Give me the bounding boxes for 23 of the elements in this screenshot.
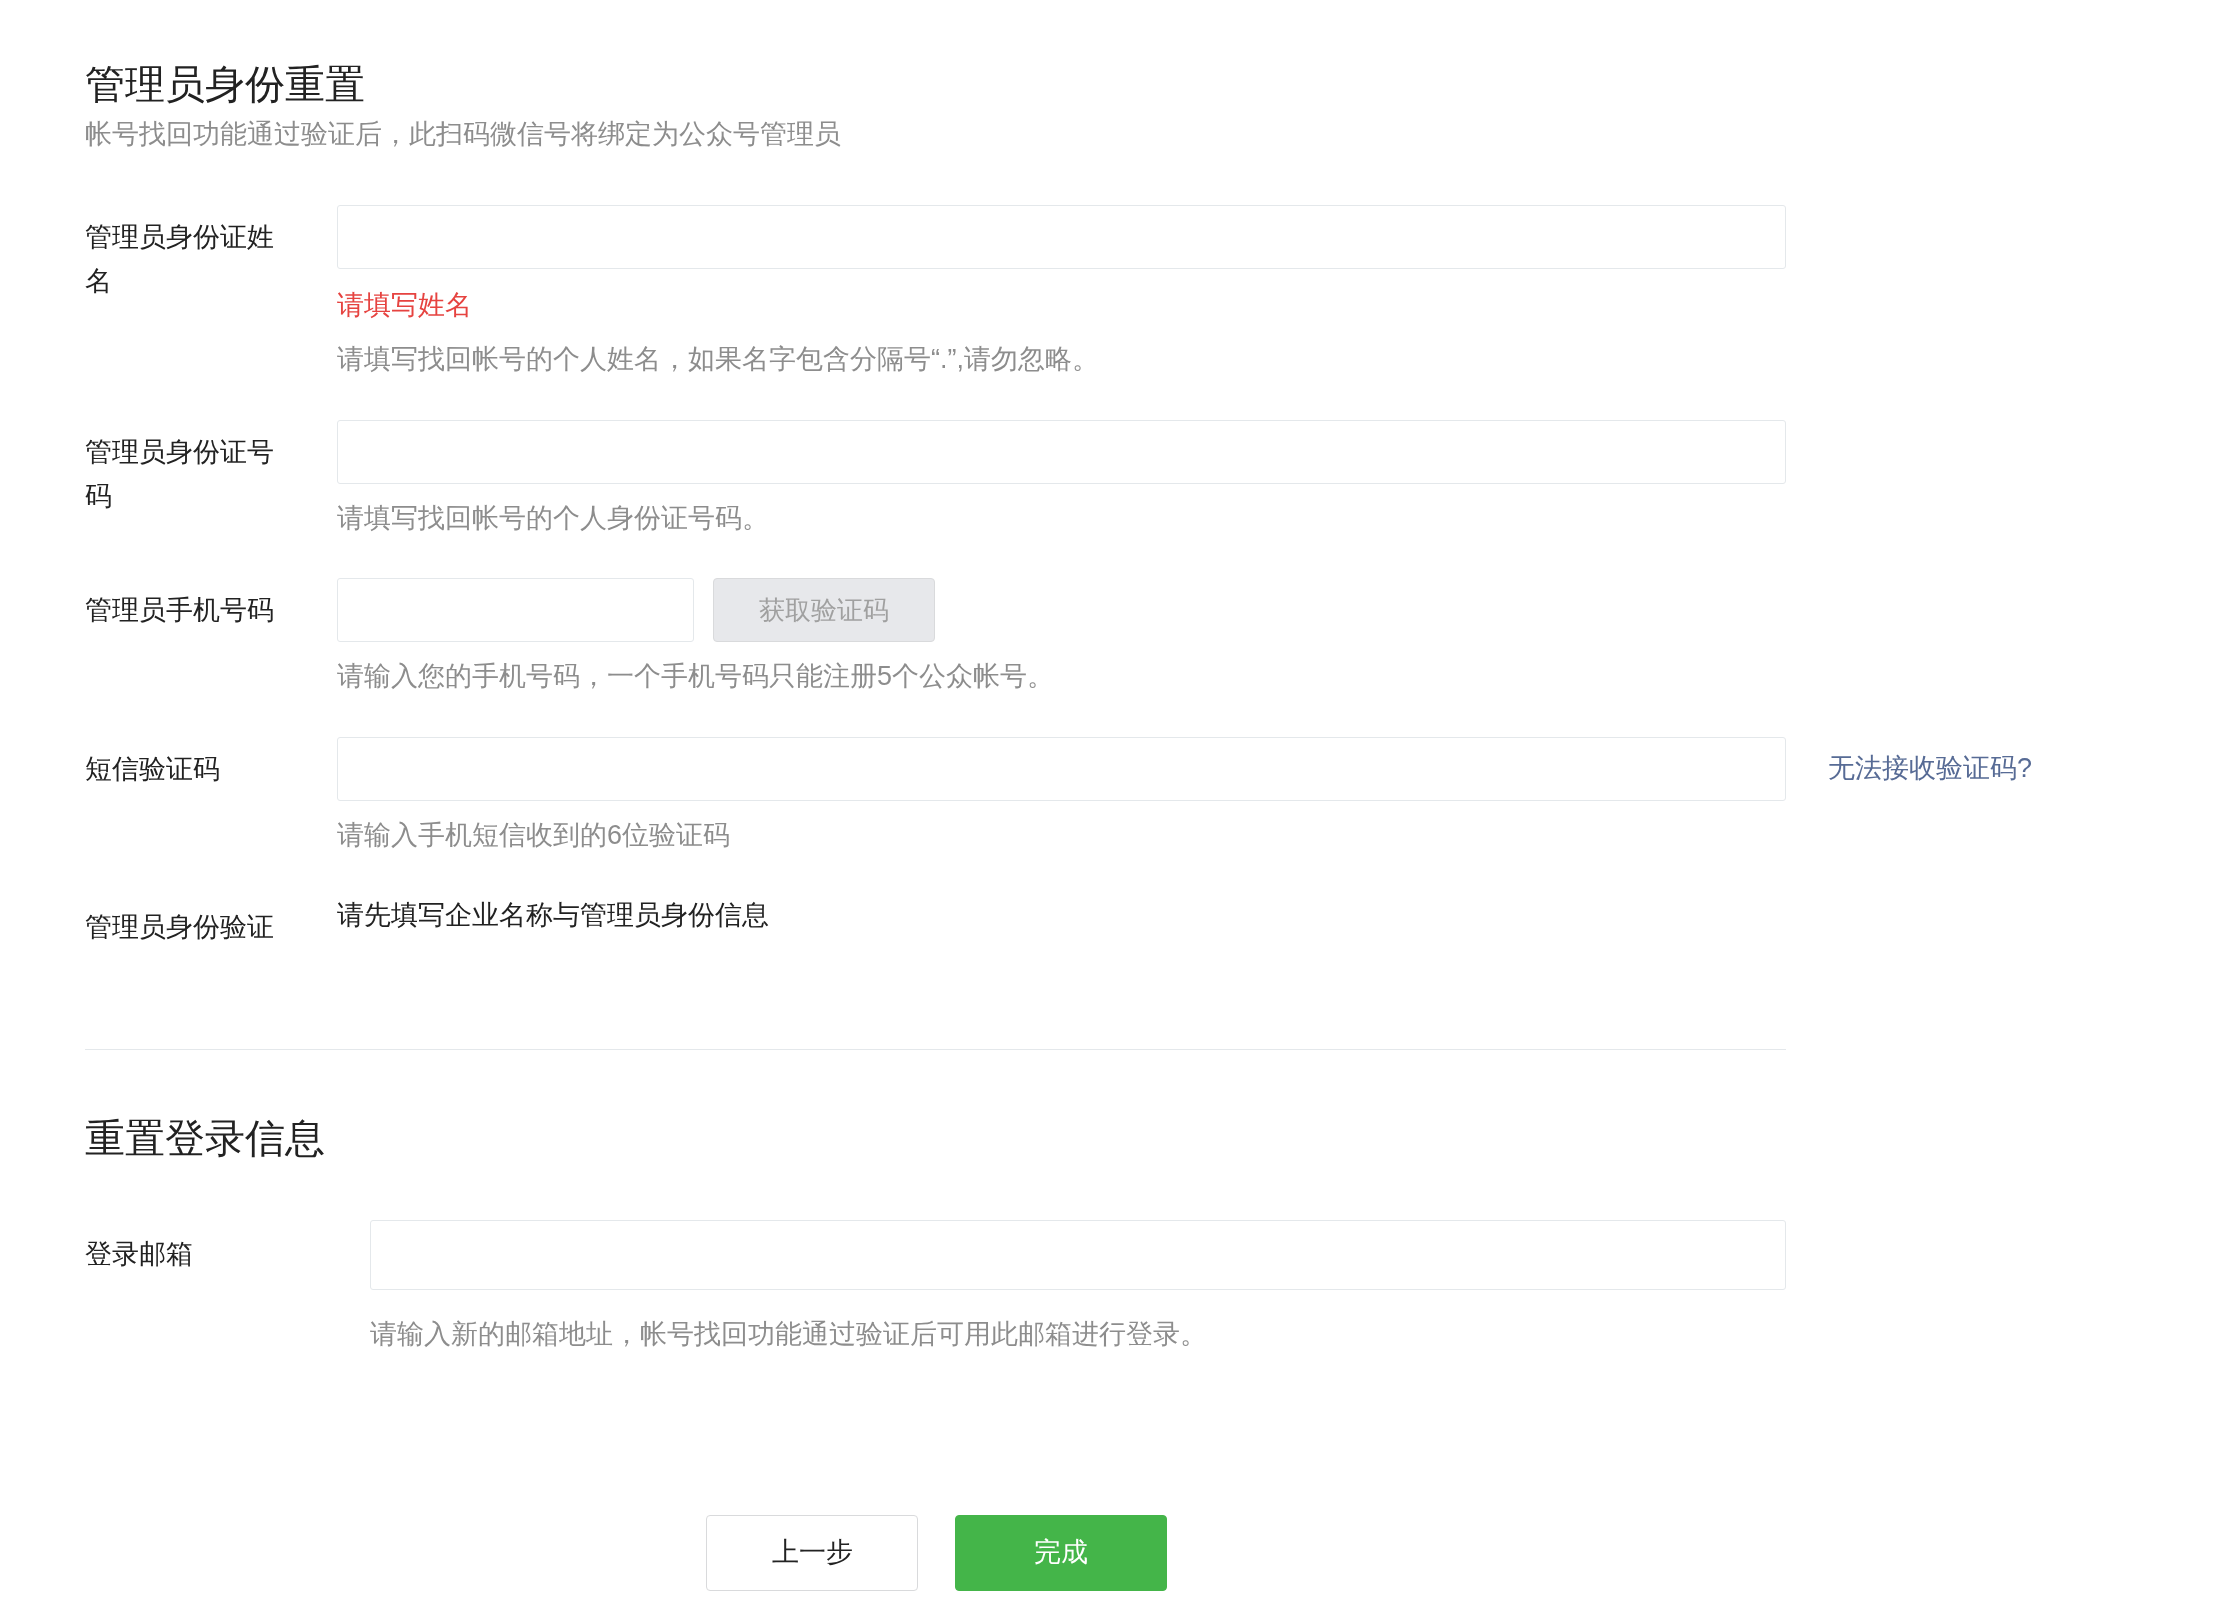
field-label: 管理员身份证号码 — [85, 435, 275, 513]
field-label: 管理员身份验证 — [85, 911, 275, 944]
section-subtitle: 帐号找回功能通过验证后，此扫码微信号将绑定为公众号管理员 — [85, 118, 842, 151]
text-field[interactable] — [337, 419, 1786, 484]
hint-text: 请输入新的邮箱地址，帐号找回功能通过验证后可用此邮箱进行登录。 — [370, 1318, 1208, 1351]
field-value: 请先填写企业名称与管理员身份信息 — [337, 899, 769, 932]
section-title: 重置登录信息 — [85, 1115, 326, 1162]
error-message: 请填写姓名 — [337, 288, 473, 322]
field-label: 管理员手机号码 — [85, 594, 275, 627]
field-label: 短信验证码 — [85, 752, 221, 786]
phone-field[interactable] — [337, 578, 694, 642]
hint-text: 请填写找回帐号的个人姓名，如果名字包含分隔号“.”,请勿忽略。 — [337, 343, 1100, 376]
back-button[interactable]: 上一步 — [706, 1514, 918, 1591]
help-link[interactable]: 无法接收验证码? — [1828, 748, 2033, 789]
field-label: 登录邮箱 — [85, 1239, 193, 1269]
hint-text: 请输入您的手机号码，一个手机号码只能注册5个公众帐号。 — [337, 660, 1055, 693]
text-field[interactable] — [337, 204, 1786, 269]
hint-text: 请输入手机短信收到的6位验证码 — [337, 818, 732, 852]
text-field[interactable] — [337, 736, 1786, 801]
hint-text: 请填写找回帐号的个人身份证号码。 — [337, 501, 770, 535]
section-title: 管理员身份重置 — [85, 61, 366, 108]
email-field[interactable] — [370, 1220, 1786, 1290]
field-label: 管理员身份证姓名 — [85, 220, 275, 298]
